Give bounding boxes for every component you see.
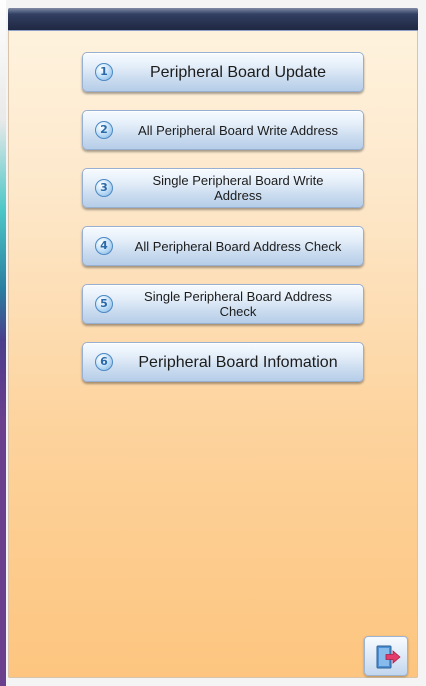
exit-door-icon xyxy=(376,645,401,669)
screen: 1 Peripheral Board Update 2 All Peripher… xyxy=(0,0,426,686)
number-6-icon: 6 xyxy=(95,353,113,371)
menu-button-label: All Peripheral Board Write Address xyxy=(138,122,338,138)
menu-button-single-write-address[interactable]: 3 Single Peripheral Board Write Address xyxy=(82,168,364,208)
menu-button-all-write-address[interactable]: 2 All Peripheral Board Write Address xyxy=(82,110,364,150)
menu-button-label: Peripheral Board Infomation xyxy=(138,353,338,371)
menu-button-single-address-check[interactable]: 5 Single Peripheral Board Address Check xyxy=(82,284,364,324)
number-5-icon: 5 xyxy=(95,295,113,313)
menu-button-label: Single Peripheral Board Address Check xyxy=(144,289,332,319)
exit-button[interactable] xyxy=(364,636,408,676)
number-3-icon: 3 xyxy=(95,179,113,197)
menu-button-all-address-check[interactable]: 4 All Peripheral Board Address Check xyxy=(82,226,364,266)
number-1-icon: 1 xyxy=(95,63,113,81)
menu-panel: 1 Peripheral Board Update 2 All Peripher… xyxy=(8,8,418,678)
menu-button-label: All Peripheral Board Address Check xyxy=(134,238,342,254)
panel-header-bar xyxy=(8,8,418,31)
menu-button-board-information[interactable]: 6 Peripheral Board Infomation xyxy=(82,342,364,382)
menu-button-peripheral-board-update[interactable]: 1 Peripheral Board Update xyxy=(82,52,364,92)
left-edge-strip xyxy=(0,0,6,686)
number-4-icon: 4 xyxy=(95,237,113,255)
menu-button-label: Peripheral Board Update xyxy=(149,63,327,81)
menu-button-label: Single Peripheral Board Write Address xyxy=(152,173,324,203)
number-2-icon: 2 xyxy=(95,121,113,139)
